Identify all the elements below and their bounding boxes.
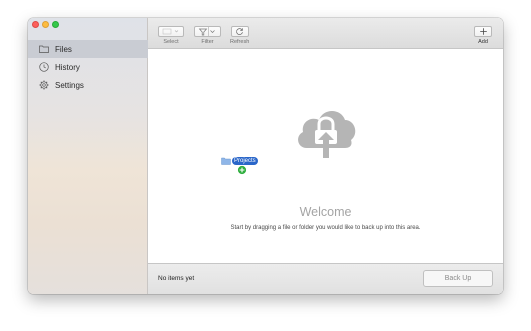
- add-tool: Add: [474, 26, 492, 45]
- welcome-hint: Start by dragging a file or folder you w…: [230, 225, 421, 231]
- plus-icon: [479, 28, 487, 35]
- window-controls: [32, 21, 59, 28]
- dragged-item[interactable]: Projects: [221, 156, 263, 176]
- copy-plus-badge-icon: [237, 165, 247, 175]
- sidebar-item-label: History: [55, 62, 80, 72]
- refresh-tool: Refresh: [230, 26, 249, 45]
- main-area: Select Filter Refresh Add Projects Welco…: [148, 18, 503, 294]
- add-label: Add: [478, 39, 488, 45]
- minimize-window-button[interactable]: [42, 21, 49, 28]
- clock-icon: [38, 61, 50, 73]
- dragged-folder-icon: [221, 157, 231, 165]
- sidebar-item-history[interactable]: History: [28, 58, 148, 76]
- drop-area[interactable]: Projects Welcome Start by dragging a fil…: [148, 49, 503, 263]
- dragged-item-label: Projects: [232, 157, 258, 165]
- filter-label: Filter: [201, 39, 214, 45]
- sidebar-item-label: Settings: [55, 80, 84, 90]
- add-button[interactable]: [474, 26, 492, 37]
- select-tool: Select: [158, 26, 184, 45]
- cloud-lock-icon: [293, 104, 359, 160]
- filter-tool: Filter: [194, 26, 221, 45]
- chevron-down-icon: [210, 30, 215, 33]
- zoom-window-button[interactable]: [52, 21, 59, 28]
- filter-button[interactable]: [194, 26, 221, 37]
- status-text: No items yet: [158, 275, 195, 282]
- refresh-icon: [236, 28, 243, 35]
- page: Files History Settings Select Filter Ref…: [0, 0, 531, 331]
- refresh-label: Refresh: [230, 39, 250, 45]
- welcome-heading: Welcome: [299, 205, 352, 219]
- sidebar: Files History Settings: [28, 18, 148, 294]
- select-dropdown-icon: [162, 28, 179, 35]
- select-label: Select: [163, 39, 179, 45]
- sidebar-nav: Files History Settings: [28, 40, 148, 94]
- gear-icon: [38, 79, 50, 91]
- status-bar: No items yet Back Up: [148, 263, 503, 294]
- sidebar-item-label: Files: [55, 44, 72, 54]
- sidebar-item-settings[interactable]: Settings: [28, 76, 148, 94]
- select-button[interactable]: [158, 26, 184, 37]
- toolbar: Select Filter Refresh Add: [148, 18, 503, 49]
- app-window: Files History Settings Select Filter Ref…: [28, 18, 503, 294]
- filter-icon: [198, 28, 208, 35]
- sidebar-item-files[interactable]: Files: [28, 40, 148, 58]
- folder-icon: [38, 43, 50, 55]
- back-up-button[interactable]: Back Up: [423, 270, 493, 287]
- close-window-button[interactable]: [32, 21, 39, 28]
- refresh-button[interactable]: [230, 26, 249, 37]
